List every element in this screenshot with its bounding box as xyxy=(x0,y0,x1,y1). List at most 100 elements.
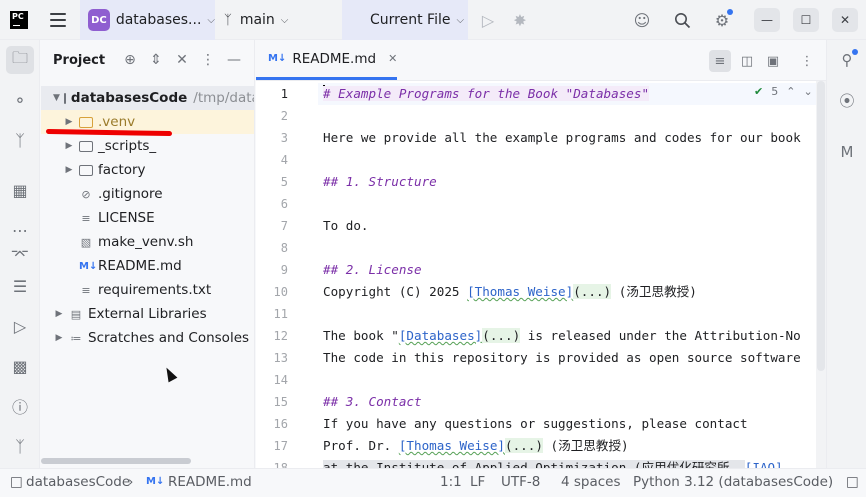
project-panel-title: Project xyxy=(53,53,106,68)
code-line-18: at the Institute of Applied Optimization… xyxy=(323,457,783,468)
code-line-17: Prof. Dr. [Thomas Weise](...) (汤卫思教授) xyxy=(323,435,629,457)
close-window-button[interactable]: ✕ xyxy=(832,8,858,32)
editor-only-icon[interactable]: ≡ xyxy=(709,50,731,72)
chevron-up-icon[interactable]: ⌃ xyxy=(786,85,795,98)
terminal-icon[interactable]: ▩ xyxy=(6,352,34,380)
line-separator[interactable]: LF xyxy=(470,474,485,490)
title-bar: PC DC databases... ⌵ ᛉ main ⌵ Current Fi… xyxy=(0,0,866,40)
line-number: 5 xyxy=(280,175,288,189)
line-text: at the Institute of Applied Optimization… xyxy=(323,460,745,468)
commit-icon[interactable]: ⚬ xyxy=(6,86,34,114)
tree-item-requirements[interactable]: ≡ requirements.txt xyxy=(41,278,254,302)
minimize-button[interactable]: — xyxy=(754,8,780,32)
python-interpreter[interactable]: Python 3.12 (databasesCode) xyxy=(633,474,833,490)
tree-item-make-venv[interactable]: ▧ make_venv.sh xyxy=(41,230,254,254)
line-number: 13 xyxy=(273,351,288,365)
tree-item-readme[interactable]: M↓ README.md xyxy=(41,254,254,278)
pull-requests-icon[interactable]: ᛉ xyxy=(6,126,34,154)
code-editor[interactable]: 1 2 3 4 5 6 7 8 9 10 11 12 13 14 15 16 17 18 # Example Pr… xyxy=(256,81,826,468)
tree-item-label: LICENSE xyxy=(98,210,155,226)
caret-position[interactable]: 1:1 xyxy=(440,474,462,490)
options-icon[interactable]: ⋮ xyxy=(199,51,217,69)
problems-icon[interactable]: ⓘ xyxy=(6,392,34,420)
line-number: 4 xyxy=(280,153,288,167)
chevron-right-icon: › xyxy=(128,474,134,490)
chevron-down-icon[interactable]: ⌄ xyxy=(803,85,812,98)
tree-item-label: External Libraries xyxy=(88,306,207,322)
branch-icon: ᛉ xyxy=(224,12,232,28)
tab-label: README.md xyxy=(292,50,377,67)
run-services-icon[interactable]: ▷ xyxy=(6,312,34,340)
collapse-all-icon[interactable]: ✕ xyxy=(173,51,191,69)
hide-panel-icon[interactable]: — xyxy=(225,51,243,69)
add-user-icon[interactable]: ☺ xyxy=(630,8,654,32)
markdown-preview-icon[interactable]: M xyxy=(835,140,859,164)
tree-item-label: requirements.txt xyxy=(98,282,212,298)
folded-url[interactable]: (...) xyxy=(573,284,612,299)
vertical-scrollbar[interactable] xyxy=(816,81,826,468)
tree-item-scripts[interactable]: ▶ _scripts_ xyxy=(41,134,254,158)
line-number: 17 xyxy=(273,439,288,453)
project-widget[interactable]: DC databases... ⌵ xyxy=(80,0,215,40)
tree-item-scratches[interactable]: ▶ ≔ Scratches and Consoles xyxy=(41,326,254,350)
settings-gear-icon[interactable]: ⚙ xyxy=(710,8,734,32)
folded-url[interactable]: (...) xyxy=(504,438,543,453)
inspection-widget[interactable]: ✔ 5 ⌃ ⌄ xyxy=(754,85,813,98)
line-number: 9 xyxy=(280,263,288,277)
notifications-bell-icon[interactable]: ⚲ xyxy=(835,48,859,72)
link-text[interactable]: [Databases] xyxy=(399,328,482,343)
line-number-gutter: 1 2 3 4 5 6 7 8 9 10 11 12 13 14 15 16 17 18 xyxy=(256,81,318,468)
close-tab-icon[interactable]: ✕ xyxy=(388,52,397,65)
chevron-down-icon: ⌵ xyxy=(207,14,215,26)
link-text[interactable]: [Thomas Weise] xyxy=(399,438,505,453)
locate-file-icon[interactable]: ⊕ xyxy=(121,51,139,69)
chevron-right-icon: ▶ xyxy=(65,117,73,127)
vcs-branch-widget[interactable]: ᛉ main ⌵ xyxy=(224,0,288,40)
main-menu-button[interactable] xyxy=(50,13,66,27)
scrollbar-thumb[interactable] xyxy=(817,81,825,371)
line-text: The book " xyxy=(323,328,399,343)
lock-icon[interactable]: □ xyxy=(846,474,859,490)
chevron-down-icon: ⌵ xyxy=(456,14,465,26)
folded-url[interactable]: (...) xyxy=(482,328,521,343)
tab-readme[interactable]: M↓ README.md ✕ xyxy=(256,40,397,80)
link-text[interactable]: [IAO] xyxy=(745,460,783,468)
folder-icon xyxy=(63,92,66,104)
line-number: 14 xyxy=(273,373,288,387)
indentation[interactable]: 4 spaces xyxy=(561,474,621,490)
tree-item-gitignore[interactable]: ⊘ .gitignore xyxy=(41,182,254,206)
code-line-1: # Example Programs for the Book "Databas… xyxy=(323,83,650,105)
chevron-down-icon: ▼ xyxy=(53,93,60,103)
debug-icon[interactable]: ✸ xyxy=(508,8,532,32)
tree-item-label: Scratches and Consoles xyxy=(88,330,250,346)
file-encoding[interactable]: UTF-8 xyxy=(501,474,540,490)
expand-all-icon[interactable]: ⇕ xyxy=(147,51,165,69)
maximize-button[interactable]: ☐ xyxy=(793,8,819,32)
link-text[interactable]: [Thomas Weise] xyxy=(467,284,573,299)
breadcrumb-project[interactable]: databasesCode xyxy=(26,474,130,490)
tree-item-external-libraries[interactable]: ▶ ▤ External Libraries xyxy=(41,302,254,326)
code-line-7: To do. xyxy=(323,218,369,233)
run-icon[interactable]: ▷ xyxy=(476,8,500,32)
preview-only-icon[interactable]: ▣ xyxy=(762,50,784,72)
tree-root-databasescode[interactable]: ▼ databasesCode /tmp/data xyxy=(41,86,254,110)
tree-item-license[interactable]: ≡ LICENSE xyxy=(41,206,254,230)
search-icon[interactable] xyxy=(670,8,694,32)
structure-icon[interactable]: ▦ xyxy=(6,176,34,204)
editor-options-icon[interactable]: ⋮ xyxy=(796,50,818,72)
git-icon[interactable]: ᛉ xyxy=(6,432,34,460)
horizontal-scrollbar[interactable] xyxy=(41,458,191,464)
tree-item-label: README.md xyxy=(98,258,182,274)
project-folder-icon[interactable]: 🗀 xyxy=(6,46,34,74)
tree-item-factory[interactable]: ▶ factory xyxy=(41,158,254,182)
layers-icon[interactable]: ☰ xyxy=(6,272,34,300)
chevron-right-icon: ▶ xyxy=(55,333,63,343)
python-packages-icon[interactable]: ⌤ xyxy=(6,240,34,268)
markdown-file-icon: M↓ xyxy=(146,476,165,487)
split-editor-preview-icon[interactable]: ◫ xyxy=(736,50,758,72)
project-name: databases... xyxy=(115,12,202,28)
breadcrumb-file[interactable]: README.md xyxy=(168,474,252,490)
code-line-15: ## 3. Contact xyxy=(323,394,422,409)
run-configuration-selector[interactable]: Current File ⌵ xyxy=(342,0,468,40)
ai-assistant-icon[interactable]: ⦿ xyxy=(835,88,859,112)
